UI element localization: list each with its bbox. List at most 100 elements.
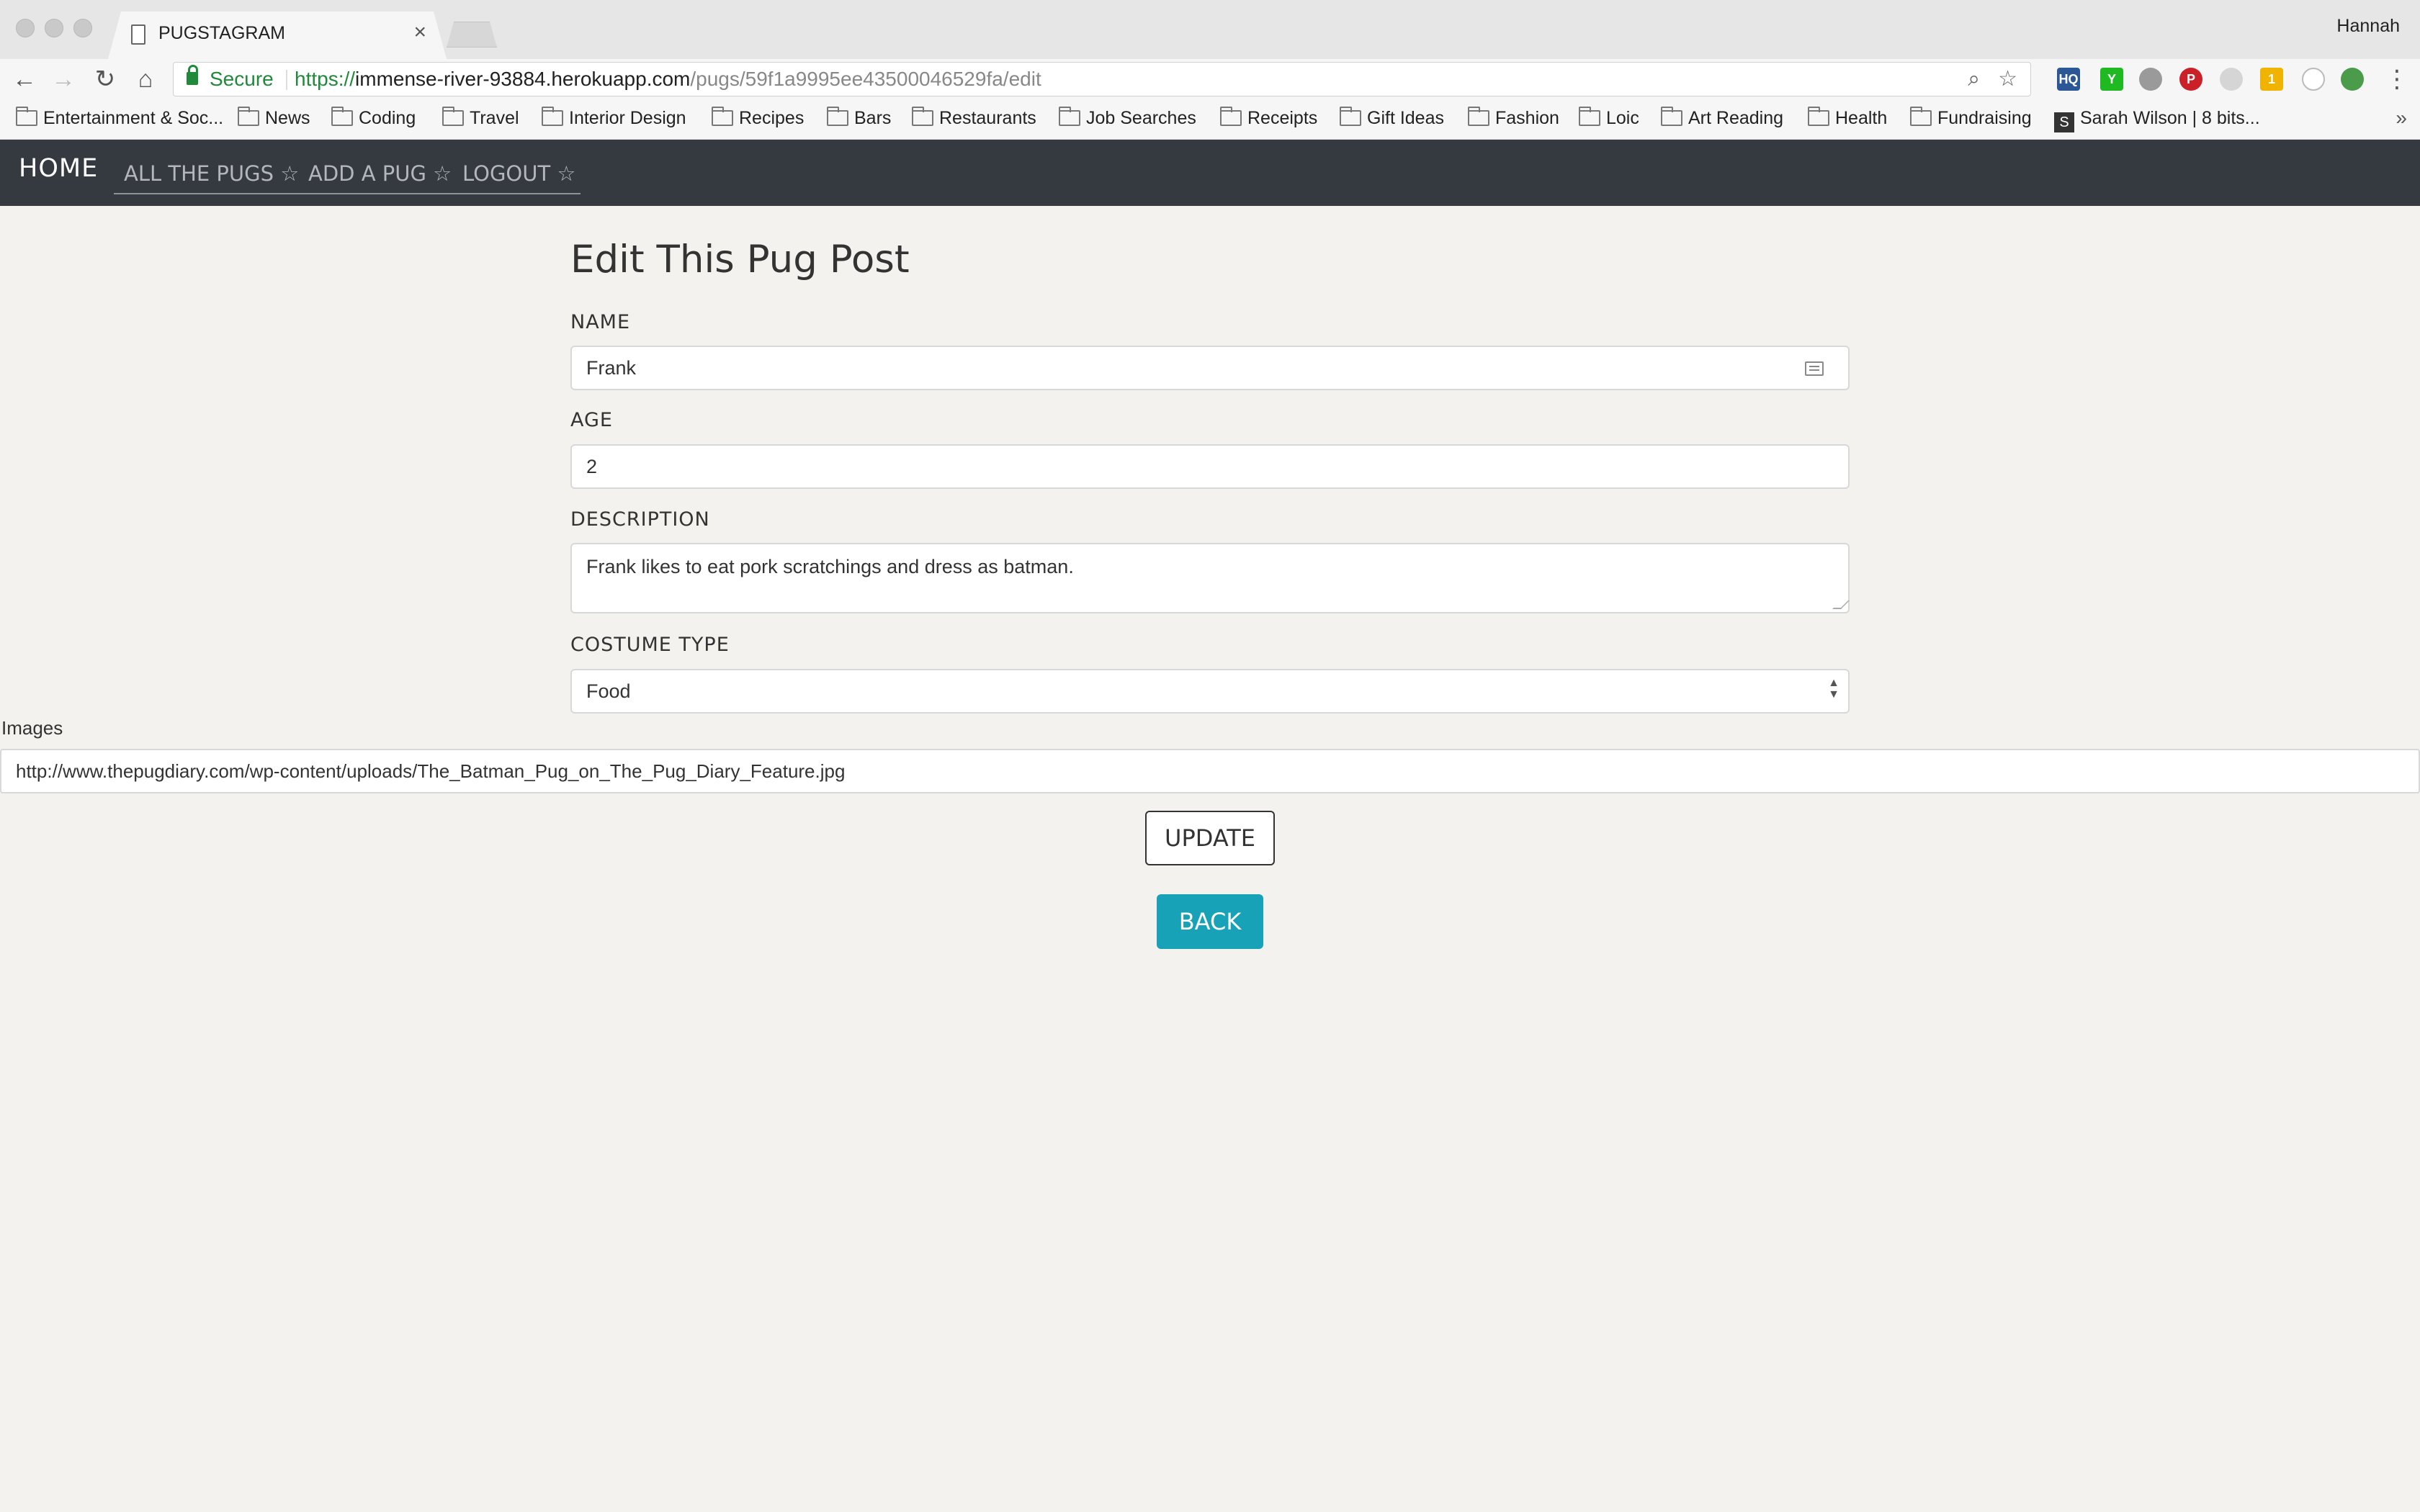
name-value: Frank [586,357,637,379]
bookmarks-overflow-icon[interactable]: » [2396,107,2407,130]
browser-tab[interactable]: PUGSTAGRAM × [108,12,447,59]
update-button[interactable]: UPDATE [1145,811,1275,865]
resize-handle-icon[interactable] [1832,600,1850,609]
bug-extension-icon[interactable] [2139,68,2162,91]
url-separator [286,70,287,90]
bookmark-item[interactable]: Job Searches [1059,107,1196,129]
browser-toolbar: ← → ↻ ⌂ Secure https://immense-river-938… [0,59,2420,99]
bookmark-label: Health [1835,108,1888,128]
url-scheme: https:// [295,68,356,90]
bookmark-item[interactable]: Interior Design [542,107,686,129]
bookmark-item[interactable]: News [238,107,310,129]
autofill-card-icon[interactable] [1805,361,1824,376]
bookmark-item[interactable]: Fashion [1468,107,1559,129]
description-textarea[interactable]: Frank likes to eat pork scratchings and … [570,543,1850,613]
address-bar[interactable]: Secure https://immense-river-93884.herok… [173,62,2031,96]
select-arrows-icon: ▲ ▼ [1828,677,1839,701]
forward-arrow-icon[interactable]: → [48,63,79,95]
bookmark-label: Loic [1606,108,1639,128]
bookmark-label: Job Searches [1086,108,1196,128]
bookmark-label: Art Reading [1688,108,1784,128]
description-label: DESCRIPTION [570,508,710,531]
bookmark-item[interactable]: Travel [442,107,519,129]
nav-logout-link[interactable]: LOGOUT ☆ [462,161,575,186]
folder-icon [912,107,933,126]
secure-label: Secure [210,68,274,90]
folder-icon [827,107,848,126]
back-button[interactable]: BACK [1157,894,1263,949]
browser-tabstrip: PUGSTAGRAM × Hannah [0,0,2420,59]
folder-icon [1468,107,1489,126]
bookmark-label: Entertainment & Soc... [43,108,224,128]
bookmark-label: Fashion [1495,108,1559,128]
bookmark-item[interactable]: Health [1808,107,1888,129]
bookmark-item[interactable]: Fundraising [1910,107,2032,129]
costume-type-select[interactable]: Food ▲ ▼ [570,669,1850,714]
circle-extension-icon[interactable] [2302,68,2325,91]
url-path: /pugs/59f1a9995ee43500046529fa/edit [690,68,1041,90]
y-extension-icon[interactable]: Y [2100,68,2123,91]
nav-add-pug-link[interactable]: ADD A PUG ☆ [308,161,452,186]
bookmark-label: News [265,108,310,128]
tab-close-icon[interactable]: × [413,20,426,45]
zoom-icon[interactable]: ⌕ [1968,63,1980,96]
bookmark-item[interactable]: Restaurants [912,107,1036,129]
bookmark-item[interactable]: Recipes [712,107,805,129]
bookmark-label: Recipes [739,108,805,128]
bookmark-item[interactable]: Art Reading [1661,107,1784,129]
close-window-icon[interactable] [16,19,35,37]
badge-extension-icon[interactable]: 1 [2260,68,2283,91]
bookmark-item[interactable]: Coding [331,107,416,129]
tab-title: PUGSTAGRAM [158,23,285,43]
bookmark-label: Bars [854,108,892,128]
page-title: Edit This Pug Post [570,238,910,282]
reload-icon[interactable]: ↻ [89,63,121,95]
bookmark-label: Sarah Wilson | 8 bits... [2080,108,2260,128]
bookmark-item[interactable]: Receipts [1220,107,1318,129]
age-input[interactable]: 2 [570,444,1850,489]
folder-icon [442,107,464,126]
folder-icon [542,107,563,126]
app-navbar: HOME ALL THE PUGS ☆ ADD A PUG ☆ LOGOUT ☆ [0,140,2420,206]
home-link[interactable]: HOME [19,154,98,183]
folder-icon [712,107,733,126]
bookmark-item[interactable]: Gift Ideas [1340,107,1444,129]
name-input[interactable]: Frank [570,346,1850,390]
bookmark-label: Interior Design [569,108,686,128]
nav-all-pugs-link[interactable]: ALL THE PUGS ☆ [124,161,299,186]
page-icon [131,24,145,45]
bookmark-label: Receipts [1247,108,1318,128]
bookmark-label: Fundraising [1937,108,2032,128]
url-text[interactable]: https://immense-river-93884.herokuapp.co… [295,63,1041,96]
home-icon[interactable]: ⌂ [130,63,161,95]
bookmark-star-icon[interactable]: ☆ [1998,63,2017,96]
bookmark-item[interactable]: S Sarah Wilson | 8 bits... [2054,108,2260,132]
back-arrow-icon[interactable]: ← [9,63,40,95]
folder-icon [1808,107,1829,126]
profile-name[interactable]: Hannah [2336,16,2400,37]
lock-icon [187,65,198,85]
cloudhq-extension-icon[interactable]: HQ [2057,68,2080,91]
folder-icon [1579,107,1600,126]
bookmark-item[interactable]: Bars [827,107,892,129]
chrome-extension-icon[interactable] [2341,68,2364,91]
folder-icon [1910,107,1932,126]
menu-kebab-icon[interactable]: ⋮ [2381,63,2413,95]
drop-extension-icon[interactable] [2220,68,2243,91]
folder-icon [1661,107,1682,126]
url-host: immense-river-93884.herokuapp.com [355,68,691,90]
maximize-window-icon[interactable] [73,19,92,37]
name-label: NAME [570,311,631,333]
images-input[interactable]: http://www.thepugdiary.com/wp-content/up… [0,749,2420,793]
bookmark-item[interactable]: Entertainment & Soc... [16,107,224,129]
pinterest-extension-icon[interactable]: P [2179,68,2202,91]
folder-icon [331,107,353,126]
folder-icon [1220,107,1242,126]
folder-icon [1059,107,1080,126]
age-value: 2 [586,456,598,477]
bookmark-item[interactable]: Loic [1579,107,1639,129]
minimize-window-icon[interactable] [45,19,63,37]
folder-icon [238,107,259,126]
costume-type-label: COSTUME TYPE [570,634,730,656]
new-tab-button[interactable] [447,22,497,48]
